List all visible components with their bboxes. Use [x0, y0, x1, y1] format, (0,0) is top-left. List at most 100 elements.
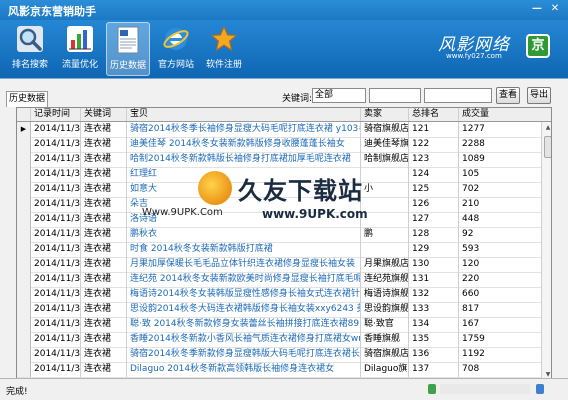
- vertical-scrollbar[interactable]: ▲ ▼: [541, 122, 551, 378]
- table-cell[interactable]: 小: [361, 182, 409, 197]
- row-indicator[interactable]: [17, 332, 31, 347]
- column-header[interactable]: 成交量: [459, 108, 541, 121]
- table-cell[interactable]: 2288: [459, 137, 541, 152]
- table-cell[interactable]: 连纪苑旗舰: [361, 272, 409, 287]
- table-cell[interactable]: 梅语诗旗舰: [361, 287, 409, 302]
- table-cell[interactable]: 130: [409, 257, 459, 272]
- table-cell[interactable]: 167: [459, 317, 541, 332]
- column-header[interactable]: 总排名: [409, 108, 459, 121]
- table-cell[interactable]: 660: [459, 287, 541, 302]
- row-indicator[interactable]: [17, 152, 31, 167]
- table-cell[interactable]: 2014/11/30: [31, 182, 81, 197]
- table-cell[interactable]: 120: [459, 257, 541, 272]
- table-cell[interactable]: 2014/11/30: [31, 257, 81, 272]
- row-indicator[interactable]: [17, 272, 31, 287]
- table-cell[interactable]: 连衣裙: [81, 197, 127, 212]
- table-row[interactable]: 2014/11/30 连衣裙 鹏秋衣鹏 128 92: [17, 227, 541, 243]
- table-cell[interactable]: 连衣裙: [81, 167, 127, 182]
- table-cell[interactable]: 210: [459, 197, 541, 212]
- table-row[interactable]: 2014/11/30 连衣裙 思设韵2014秋冬大码连衣裙韩版修身长袖女装xxy62…: [17, 302, 541, 318]
- toolbar-history-data[interactable]: 历史数据: [106, 22, 150, 76]
- table-cell[interactable]: 2014/11/30: [31, 347, 81, 362]
- table-cell[interactable]: [361, 197, 409, 212]
- table-cell[interactable]: 连衣裙: [81, 227, 127, 242]
- table-cell[interactable]: 127: [409, 212, 459, 227]
- table-cell[interactable]: 连衣裙: [81, 122, 127, 137]
- table-cell[interactable]: Dilaguo 2014秋冬新款高领韩版长袖修身连衣裙女: [127, 362, 361, 377]
- table-cell[interactable]: 思设韵旗舰: [361, 302, 409, 317]
- table-cell[interactable]: 骑宿旗舰店: [361, 347, 409, 362]
- column-header[interactable]: 卖家: [361, 108, 409, 121]
- table-cell[interactable]: 2014/11/30: [31, 272, 81, 287]
- keyword-select[interactable]: 全部: [312, 88, 366, 103]
- table-cell[interactable]: 思设韵2014秋冬大码连衣裙韩版修身长袖女装xxy6243 美丽: [127, 302, 361, 317]
- table-cell[interactable]: 124: [409, 167, 459, 182]
- table-row[interactable]: 2014/11/30 连衣裙 月果加厚保暖长毛毛品立体针织连衣裙修身显瘦长袖女装 月果…: [17, 257, 541, 273]
- table-cell[interactable]: 702: [459, 182, 541, 197]
- table-row[interactable]: 2014/11/30 连衣裙 时食 2014秋冬女装新款韩版打底裙 129 593: [17, 242, 541, 258]
- tab-history-data[interactable]: 历史数据: [6, 91, 48, 107]
- row-indicator[interactable]: [17, 287, 31, 302]
- table-cell[interactable]: 122: [409, 137, 459, 152]
- table-cell[interactable]: 连衣裙: [81, 257, 127, 272]
- table-row[interactable]: ▶ 2014/11/30 连衣裙 骑宿2014秋冬季长袖修身显瘦大码毛呢打底连衣裙 y…: [17, 122, 541, 138]
- table-cell[interactable]: 2014/11/30: [31, 137, 81, 152]
- table-cell[interactable]: 连衣裙: [81, 332, 127, 347]
- table-cell[interactable]: Dilaguo旗: [361, 362, 409, 377]
- table-cell[interactable]: 137: [409, 362, 459, 377]
- row-indicator[interactable]: [17, 197, 31, 212]
- table-cell[interactable]: 131: [409, 272, 459, 287]
- column-header[interactable]: 宝贝: [127, 108, 361, 121]
- toolbar-register[interactable]: 软件注册: [202, 22, 246, 76]
- table-cell[interactable]: 2014/11/30: [31, 167, 81, 182]
- table-row[interactable]: 2014/11/30 连衣裙 洛诗语 127 448: [17, 212, 541, 228]
- table-cell[interactable]: 连衣裙: [81, 137, 127, 152]
- table-cell[interactable]: 125: [409, 182, 459, 197]
- table-cell[interactable]: 2014/11/30: [31, 212, 81, 227]
- table-row[interactable]: 2014/11/30 连衣裙 哈制2014秋冬新款韩版长袖修身打底裙加厚毛呢连衣裙哈…: [17, 152, 541, 168]
- table-cell[interactable]: 连衣裙: [81, 347, 127, 362]
- close-button[interactable]: ✕: [548, 3, 562, 15]
- table-cell[interactable]: 123: [409, 152, 459, 167]
- table-cell[interactable]: 1277: [459, 122, 541, 137]
- row-indicator[interactable]: [17, 182, 31, 197]
- table-cell[interactable]: 1192: [459, 347, 541, 362]
- minimize-button[interactable]: —: [530, 3, 544, 15]
- table-cell[interactable]: 2014/11/30: [31, 122, 81, 137]
- table-cell[interactable]: 哈制2014秋冬新款韩版长袖修身打底裙加厚毛呢连衣裙: [127, 152, 361, 167]
- table-row[interactable]: 2014/11/30 连衣裙 迪美佳琴 2014秋冬女装新款韩版修身收腰蓬蓬长袖女迪…: [17, 137, 541, 153]
- table-cell[interactable]: 128: [409, 227, 459, 242]
- table-cell[interactable]: 2014/11/30: [31, 317, 81, 332]
- view-button[interactable]: 查看: [496, 87, 520, 104]
- table-cell[interactable]: 220: [459, 272, 541, 287]
- table-cell[interactable]: 朵吉: [127, 197, 361, 212]
- row-indicator[interactable]: [17, 347, 31, 362]
- table-cell[interactable]: 708: [459, 362, 541, 377]
- table-cell[interactable]: [361, 242, 409, 257]
- table-cell[interactable]: 连衣裙: [81, 317, 127, 332]
- table-cell[interactable]: 593: [459, 242, 541, 257]
- table-row[interactable]: 2014/11/30 连衣裙 Dilaguo 2014秋冬新款高领韩版长袖修身连衣裙…: [17, 362, 541, 378]
- table-cell[interactable]: 2014/11/30: [31, 152, 81, 167]
- table-cell[interactable]: 哈制旗舰店: [361, 152, 409, 167]
- row-indicator[interactable]: [17, 362, 31, 377]
- table-cell[interactable]: 迪美佳琴 2014秋冬女装新款韩版修身收腰蓬蓬长袖女: [127, 137, 361, 152]
- row-indicator[interactable]: [17, 212, 31, 227]
- column-header[interactable]: 关键词: [81, 108, 127, 121]
- table-cell[interactable]: 1759: [459, 332, 541, 347]
- table-cell[interactable]: 2014/11/30: [31, 302, 81, 317]
- column-header[interactable]: 记录时间: [31, 108, 81, 121]
- table-cell[interactable]: 梅语诗2014秋冬女装韩版显瘦性感修身长袖女式连衣裙针: [127, 287, 361, 302]
- row-indicator[interactable]: ▶: [17, 122, 31, 137]
- filter-input-1[interactable]: [369, 88, 421, 103]
- table-cell[interactable]: 骑宿2014秋冬季长袖修身显瘦大码毛呢打底连衣裙 y103# 灰: [127, 122, 361, 137]
- table-cell[interactable]: 2014/11/30: [31, 287, 81, 302]
- table-cell[interactable]: 时食 2014秋冬女装新款韩版打底裙: [127, 242, 361, 257]
- table-cell[interactable]: 2014/11/30: [31, 242, 81, 257]
- table-cell[interactable]: 92: [459, 227, 541, 242]
- table-cell[interactable]: 121: [409, 122, 459, 137]
- table-cell[interactable]: 聪·致官: [361, 317, 409, 332]
- table-cell[interactable]: 129: [409, 242, 459, 257]
- table-cell[interactable]: 连纪苑 2014秋冬女装新款欧美时尚修身显瘦长袖打底毛呢: [127, 272, 361, 287]
- table-cell[interactable]: 连衣裙: [81, 362, 127, 377]
